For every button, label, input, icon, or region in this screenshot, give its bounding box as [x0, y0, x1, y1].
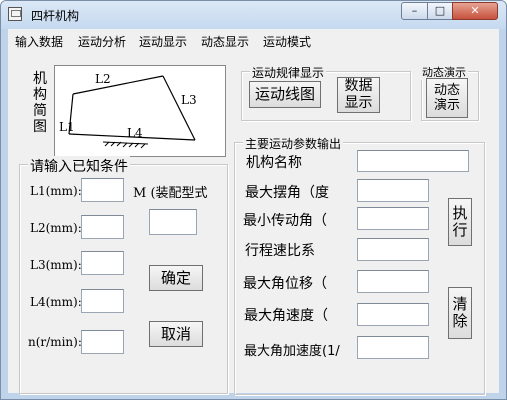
output-group-label: 主要运动参数输出 [243, 135, 344, 152]
field-label-l1: L1(mm): [30, 184, 82, 198]
dynamic-demo-button[interactable]: 动态 演示 [426, 78, 468, 118]
max-angular-displacement-output [357, 270, 429, 293]
input-group-label: 请输入已知条件 [28, 156, 130, 176]
execute-button[interactable]: 执 行 [448, 198, 472, 246]
menu-motion-mode[interactable]: 运动模式 [263, 33, 311, 50]
field-label-l4: L4(mm): [30, 295, 82, 309]
menu-input-data[interactable]: 输入数据 [15, 33, 63, 50]
stroke-ratio-output [357, 238, 429, 261]
max-angular-acceleration-output [357, 336, 429, 359]
maximize-button[interactable]: □ [427, 2, 453, 20]
output-row-label-0: 机构名称 [246, 155, 302, 171]
label-l4: L4 [127, 126, 143, 140]
ground-hatch [102, 141, 149, 149]
diagram-title-text: 机 构 简 图 [33, 71, 47, 135]
title-bar: 四杆机构 – □ ✕ [1, 1, 506, 29]
min-transmission-angle-output [357, 207, 429, 230]
l1-input[interactable] [81, 178, 124, 202]
data-display-button[interactable]: 数据 显示 [337, 77, 380, 113]
output-row-label-1: 最大摆角（度 [245, 185, 329, 201]
max-swing-angle-output [357, 179, 429, 202]
mechanism-diagram: L2 L3 L1 L4 [54, 65, 226, 157]
link-l2 [72, 75, 164, 95]
output-row-label-5: 最大角速度（ [244, 308, 328, 324]
output-row-label-3: 行程速比系 [245, 243, 315, 259]
l4-input[interactable] [81, 289, 124, 313]
l2-input[interactable] [81, 215, 124, 239]
assembly-type-label: M (装配型式 [133, 186, 208, 201]
motion-display-label: 运动规律显示 [250, 64, 327, 81]
link-l3 [162, 75, 196, 141]
field-label-n: n(r/min): [28, 335, 82, 349]
l3-input[interactable] [81, 251, 124, 275]
output-row-label-6: 最大角加速度(1/ [244, 344, 340, 359]
menu-motion-analysis[interactable]: 运动分析 [78, 33, 126, 50]
menu-motion-display[interactable]: 运动显示 [139, 33, 187, 50]
confirm-button[interactable]: 确定 [149, 265, 203, 291]
minimize-button[interactable]: – [401, 2, 428, 20]
app-icon [8, 7, 22, 21]
mechanism-svg [68, 75, 196, 149]
assembly-type-input[interactable] [149, 209, 197, 235]
cancel-button[interactable]: 取消 [149, 321, 203, 347]
field-label-l3: L3(mm): [30, 258, 82, 272]
client-area: 机 构 简 图 L2 L3 L1 L4 运动规律显示 运动线图 数据 显示 动态… [8, 51, 499, 395]
motion-line-button[interactable]: 运动线图 [249, 81, 321, 108]
label-l2: L2 [95, 72, 111, 86]
output-row-label-2: 最小传动角（ [243, 213, 327, 229]
menu-bar: 输入数据 运动分析 运动显示 动态显示 运动模式 [8, 29, 499, 51]
menu-dynamic-display[interactable]: 动态显示 [201, 33, 249, 50]
label-l1: L1 [59, 120, 75, 134]
clear-button[interactable]: 清 除 [448, 287, 472, 339]
app-window: 四杆机构 – □ ✕ 输入数据 运动分析 运动显示 动态显示 运动模式 机 构 … [0, 0, 507, 400]
window-title: 四杆机构 [31, 9, 80, 23]
n-input[interactable] [81, 330, 124, 354]
close-button[interactable]: ✕ [452, 2, 498, 20]
label-l3: L3 [181, 93, 197, 107]
max-angular-velocity-output [357, 303, 429, 326]
field-label-l2: L2(mm): [30, 221, 82, 235]
mechanism-name-output [357, 150, 469, 172]
output-row-label-4: 最大角位移（ [243, 276, 327, 292]
